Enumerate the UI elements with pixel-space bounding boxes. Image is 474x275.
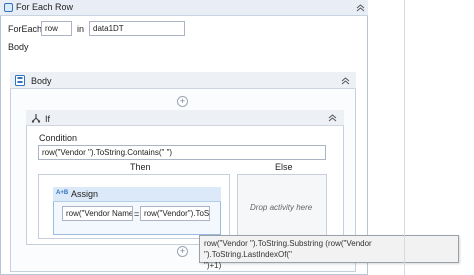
- add-activity-button[interactable]: +: [177, 96, 188, 107]
- collapse-body-button[interactable]: [339, 76, 351, 87]
- else-placeholder: Drop activity here: [250, 203, 313, 212]
- if-header[interactable]: [26, 110, 344, 126]
- if-icon: [31, 113, 41, 123]
- foreach-collection-input[interactable]: data1DT: [89, 21, 185, 36]
- collapse-if-button[interactable]: [326, 113, 338, 124]
- body-sequence-title: Body: [31, 76, 52, 86]
- body-sequence-header[interactable]: [10, 72, 356, 89]
- foreach-item-input[interactable]: row: [41, 21, 72, 36]
- condition-input[interactable]: row("Vendor ").ToString.Contains(" "): [38, 145, 326, 160]
- assign-value-input[interactable]: row("Vendor").ToS: [140, 206, 210, 221]
- condition-label: Condition: [39, 133, 78, 143]
- chevron-double-up-icon: [341, 77, 349, 85]
- then-label: Then: [130, 162, 151, 172]
- body-label: Body: [8, 42, 29, 52]
- assign-title: Assign: [71, 189, 99, 199]
- assign-icon: A+B: [56, 190, 69, 196]
- collapse-for-each-button[interactable]: [354, 3, 366, 14]
- tooltip-line-1: row("Vendor ").ToString.Substring (row("…: [204, 239, 372, 259]
- expression-tooltip: row("Vendor ").ToString.Substring (row("…: [199, 235, 459, 270]
- assign-to-input[interactable]: row("Vendor Name: [62, 206, 133, 221]
- assign-equals-sign: =: [134, 209, 140, 219]
- add-activity-button-bottom[interactable]: +: [177, 246, 188, 257]
- else-label: Else: [275, 162, 293, 172]
- chevron-double-up-icon: [356, 4, 364, 12]
- if-title: If: [45, 114, 51, 124]
- for-each-row-title: For Each Row: [16, 2, 74, 12]
- panel-divider: [404, 0, 405, 275]
- sequence-icon: [15, 75, 25, 86]
- foreach-label: ForEach: [8, 24, 43, 34]
- for-each-icon: [4, 3, 13, 12]
- in-label: in: [77, 24, 85, 34]
- chevron-double-up-icon: [328, 114, 336, 122]
- tooltip-line-2: ")+1): [204, 261, 222, 270]
